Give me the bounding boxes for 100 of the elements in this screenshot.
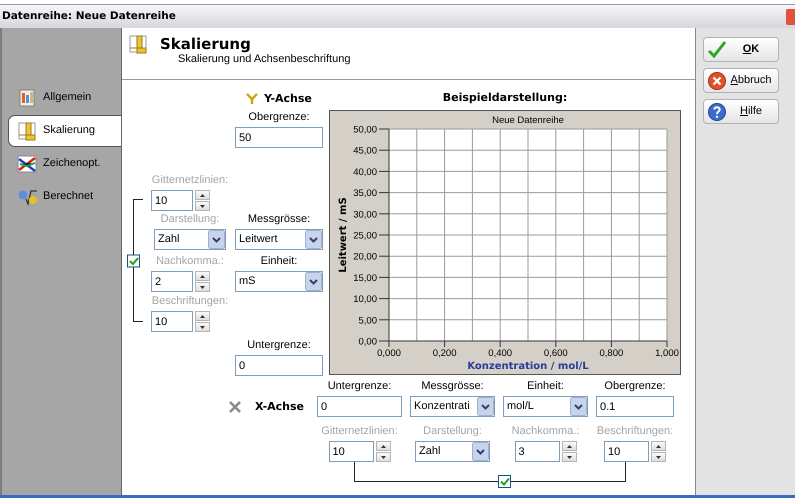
caret-down-icon bbox=[200, 326, 205, 328]
tick-label: 0,00 bbox=[358, 336, 377, 348]
check-icon bbox=[707, 40, 727, 60]
tick-label: 0,400 bbox=[488, 348, 512, 359]
caret-down-icon bbox=[656, 456, 661, 459]
axis-title: X-Achse bbox=[255, 400, 304, 414]
field-label: Beschriftungen: bbox=[152, 294, 228, 308]
axis-title: Konzentration / mol/L bbox=[467, 361, 589, 372]
help-button[interactable]: Hilfe bbox=[703, 99, 779, 124]
field-label: Nachkomma.: bbox=[156, 254, 224, 268]
spin-down-button[interactable] bbox=[376, 452, 390, 462]
caret-up-icon bbox=[200, 194, 205, 196]
spin-down-button[interactable] bbox=[562, 452, 576, 462]
page-subtitle: Skalierung und Achsenbeschriftung bbox=[178, 53, 350, 66]
help-icon bbox=[707, 102, 727, 122]
number-field[interactable]: 10 bbox=[151, 190, 193, 211]
field-label: Obergrenze: bbox=[248, 111, 310, 124]
checkbox[interactable] bbox=[127, 254, 140, 267]
dropdown[interactable]: mol/L bbox=[503, 396, 588, 418]
sidebar-tab[interactable]: Zeichenopt. bbox=[8, 148, 121, 180]
chart-heading: Beispieldarstellung: bbox=[442, 90, 568, 106]
number-field[interactable]: 10 bbox=[604, 441, 649, 462]
sidebar-tab[interactable]: Allgemein bbox=[8, 82, 121, 114]
chevron-icon bbox=[305, 230, 322, 249]
field-label: Untergrenze: bbox=[247, 338, 311, 352]
dropdown[interactable]: Zahl bbox=[415, 441, 490, 462]
tick-label: 0,800 bbox=[600, 348, 624, 359]
number-field[interactable]: 3 bbox=[514, 441, 560, 462]
dropdown[interactable]: Konzentrati bbox=[410, 396, 495, 418]
axis-title: Leitwert / mS bbox=[338, 197, 349, 273]
tick-label: 45,00 bbox=[353, 146, 377, 157]
dropdown[interactable]: mS bbox=[235, 271, 323, 292]
chevron-icon bbox=[305, 272, 322, 291]
field-label: Untergrenze: bbox=[328, 380, 392, 394]
spin-up-button[interactable] bbox=[562, 441, 576, 452]
cancel-icon bbox=[707, 70, 727, 90]
chart-lines-icon bbox=[17, 154, 37, 174]
chevron-icon bbox=[477, 397, 494, 416]
spin-up-button[interactable] bbox=[195, 190, 210, 200]
axis-title: Y-Achse bbox=[264, 92, 312, 106]
tick-label: 10,00 bbox=[353, 294, 377, 306]
tick-label: 25,00 bbox=[353, 230, 377, 242]
input-field[interactable]: 0.1 bbox=[596, 396, 674, 418]
document-icon bbox=[17, 88, 37, 108]
field-label: Nachkomma.: bbox=[512, 425, 580, 438]
tick-label: 5,00 bbox=[358, 315, 377, 326]
input-field[interactable]: 50 bbox=[235, 127, 323, 148]
caret-up-icon bbox=[380, 444, 386, 448]
caret-up-icon bbox=[200, 274, 205, 278]
ok-button[interactable]: OK bbox=[703, 37, 779, 62]
field-label: Einheit: bbox=[260, 254, 298, 268]
x-axis-icon bbox=[229, 400, 241, 413]
caret-up-icon bbox=[566, 444, 572, 448]
tick-label: 30,00 bbox=[353, 209, 377, 220]
tick-label: 35,00 bbox=[353, 188, 377, 200]
field-label: Einheit: bbox=[527, 380, 564, 394]
chevron-icon bbox=[208, 230, 225, 249]
y-axis-icon bbox=[246, 92, 258, 105]
caret-down-icon bbox=[200, 204, 205, 208]
field-label: Messgrösse: bbox=[248, 212, 310, 226]
spin-up-button[interactable] bbox=[195, 271, 210, 281]
spin-up-button[interactable] bbox=[195, 311, 210, 321]
field-label: Beschriftungen: bbox=[596, 425, 674, 438]
tick-label: 15,00 bbox=[353, 272, 377, 284]
spin-down-button[interactable] bbox=[195, 201, 210, 211]
field-label: Gitternetzlinien: bbox=[152, 174, 228, 187]
page-title: Skalierung bbox=[160, 35, 252, 53]
ruler-icon bbox=[128, 34, 148, 54]
spin-down-button[interactable] bbox=[195, 282, 210, 292]
field-label: Darstellung: bbox=[423, 425, 482, 438]
spin-up-button[interactable] bbox=[376, 441, 390, 452]
caret-down-icon bbox=[200, 286, 205, 288]
tick-label: 50,00 bbox=[353, 124, 377, 136]
spin-down-button[interactable] bbox=[651, 452, 666, 462]
close-button[interactable] bbox=[786, 8, 795, 24]
tick-label: 1,000 bbox=[655, 348, 679, 359]
number-field[interactable]: 10 bbox=[328, 441, 374, 462]
cancel-button[interactable]: Abbruch bbox=[703, 68, 779, 93]
number-field[interactable]: 10 bbox=[151, 311, 193, 332]
sidebar-tab[interactable]: Skalierung bbox=[8, 115, 121, 147]
tick-label: 0,200 bbox=[432, 348, 456, 359]
dropdown[interactable]: Leitwert bbox=[235, 229, 323, 250]
field-label: Messgrösse: bbox=[421, 380, 484, 394]
tick-label: 0,600 bbox=[544, 348, 568, 359]
caret-down-icon bbox=[566, 456, 572, 459]
number-field[interactable]: 2 bbox=[151, 271, 193, 292]
caret-down-icon bbox=[380, 456, 386, 459]
sidebar-tab[interactable]: Berechnet bbox=[8, 181, 121, 213]
ruler-icon bbox=[17, 121, 37, 141]
spin-down-button[interactable] bbox=[195, 322, 210, 332]
caret-up-icon bbox=[656, 444, 661, 448]
input-field[interactable]: 0 bbox=[235, 355, 323, 376]
tick-label: 40,00 bbox=[353, 166, 377, 178]
chart-title: Neue Datenreihe bbox=[492, 115, 564, 126]
spin-up-button[interactable] bbox=[651, 441, 666, 452]
checkbox[interactable] bbox=[498, 475, 512, 488]
input-field[interactable]: 0 bbox=[317, 396, 402, 418]
dropdown[interactable]: Zahl bbox=[154, 229, 226, 250]
field-label: Obergrenze: bbox=[604, 380, 666, 394]
chevron-icon bbox=[472, 442, 489, 462]
